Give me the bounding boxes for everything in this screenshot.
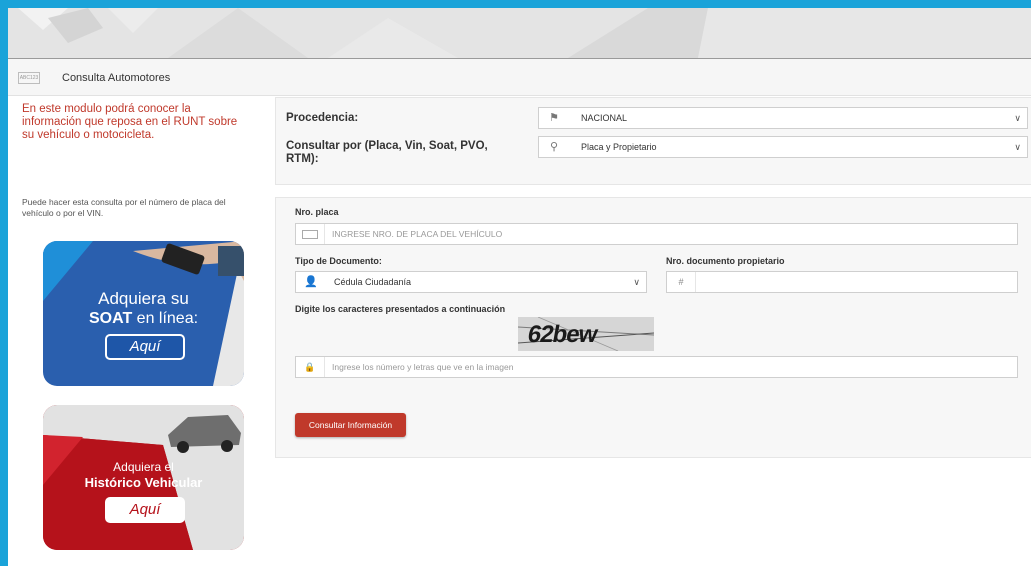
captcha-input[interactable] [332, 359, 932, 375]
captcha-input-group[interactable]: 🔒 [295, 356, 1018, 378]
chevron-down-icon: ∨ [633, 277, 640, 287]
nro-doc-input-group[interactable]: # [666, 271, 1031, 293]
module-title-bar: ABC123 Consulta Automotores [8, 59, 1031, 96]
procedencia-select[interactable]: ⚑ NACIONAL ∨ [538, 107, 1028, 129]
placa-input[interactable] [332, 226, 932, 242]
nro-doc-label: Nro. documento propietario [666, 256, 785, 266]
consultar-por-value: Placa y Propietario [581, 142, 657, 152]
nro-doc-input[interactable] [703, 274, 1031, 290]
hash-icon: # [667, 272, 696, 292]
soat-ad-banner[interactable]: Adquiera su SOAT en línea: Aquí [43, 241, 244, 386]
chevron-down-icon: ∨ [1014, 113, 1021, 123]
hint-text: Puede hacer esta consulta por el número … [22, 197, 226, 218]
tipo-doc-select[interactable]: 👤 Cédula Ciudadanía ∨ [295, 271, 647, 293]
consultar-informacion-button[interactable]: Consultar Información [295, 413, 406, 437]
window-frame-top [0, 0, 1031, 8]
consultar-por-label: Consultar por (Placa, Vin, Soat, PVO, RT… [286, 140, 488, 165]
captcha-image: 62bew [518, 317, 654, 351]
historico-ad-banner[interactable]: Adquiera el Histórico Vehicular Aquí [43, 405, 244, 550]
tipo-doc-value: Cédula Ciudadanía [334, 277, 412, 287]
procedencia-label: Procedencia: [286, 112, 359, 124]
consultar-por-select[interactable]: ⚲ Placa y Propietario ∨ [538, 136, 1028, 158]
soat-ad-line1: Adquiera su [98, 289, 189, 308]
header-banner [8, 8, 1031, 59]
search-person-icon: ⚲ [549, 141, 559, 153]
historico-ad-line2: Histórico Vehicular [84, 475, 203, 490]
captcha-text: 62bew [525, 321, 599, 348]
flag-map-icon: ⚑ [549, 112, 559, 124]
captcha-label: Digite los caracteres presentados a cont… [295, 304, 506, 314]
page-title: Consulta Automotores [62, 72, 171, 84]
historico-ad-line1: Adquiera el [113, 460, 174, 474]
window-frame-left [0, 0, 8, 566]
tipo-doc-label: Tipo de Documento: [295, 256, 382, 266]
license-plate-icon [296, 224, 325, 244]
plate-badge-icon: ABC123 [18, 72, 40, 84]
procedencia-value: NACIONAL [581, 113, 628, 123]
soat-ad-bold: SOAT [88, 310, 133, 327]
placa-input-group[interactable] [295, 223, 1018, 245]
placa-label: Nro. placa [295, 207, 339, 217]
soat-aqui-button[interactable]: Aquí [105, 334, 185, 360]
historico-aqui-button[interactable]: Aquí [105, 497, 185, 523]
lock-icon: 🔒 [296, 357, 325, 377]
intro-text: En este modulo podrá conocer la informac… [22, 103, 238, 141]
soat-ad-line2: SOAT en línea: [43, 310, 244, 328]
user-icon: 👤 [304, 276, 318, 288]
chevron-down-icon: ∨ [1014, 142, 1021, 152]
soat-ad-rest: en línea: [132, 310, 199, 327]
